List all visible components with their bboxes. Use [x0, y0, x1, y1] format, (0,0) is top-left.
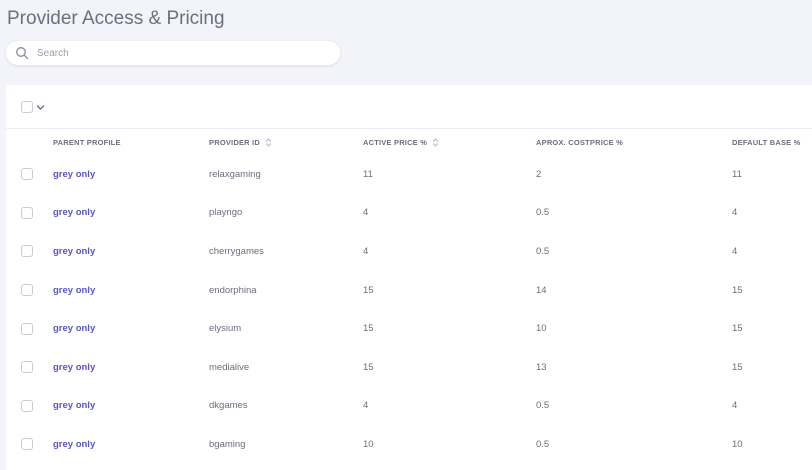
default-base-cell: 15 [732, 284, 743, 296]
costprice-cell: 0.5 [536, 438, 550, 450]
provider-id-cell: playngo [209, 207, 243, 219]
provider-id-cell: relaxgaming [209, 168, 261, 180]
provider-id-cell: medialive [209, 361, 250, 373]
table-row[interactable]: grey only cherrygames 4 0.5 4 [6, 232, 812, 271]
parent-profile-link[interactable]: grey only [53, 285, 95, 296]
bulk-select[interactable] [21, 101, 45, 113]
active-price-cell: 4 [363, 207, 369, 219]
row-checkbox[interactable] [21, 322, 33, 335]
default-base-cell: 4 [732, 207, 738, 219]
active-price-cell: 4 [363, 245, 369, 257]
active-price-cell: 4 [363, 400, 369, 412]
provider-id-cell: dkgames [209, 400, 248, 412]
active-price-cell: 11 [363, 168, 373, 180]
row-checkbox[interactable] [21, 206, 33, 219]
row-checkbox[interactable] [21, 361, 33, 374]
table-row[interactable]: grey only dkgames 4 0.5 4 [6, 387, 812, 426]
default-base-cell: 4 [732, 400, 738, 412]
parent-profile-link[interactable]: grey only [53, 169, 95, 180]
costprice-cell: 14 [536, 284, 547, 296]
active-price-cell: 15 [363, 361, 374, 373]
default-base-cell: 4 [732, 245, 738, 257]
sort-icon[interactable] [265, 138, 272, 147]
row-checkbox[interactable] [21, 399, 33, 412]
column-header-parent-profile[interactable]: PARENT PROFILE [53, 138, 121, 147]
parent-profile-link[interactable]: grey only [53, 362, 95, 373]
sort-icon[interactable] [432, 138, 439, 147]
chevron-down-icon[interactable] [36, 103, 45, 112]
default-base-cell: 11 [732, 168, 742, 180]
active-price-cell: 10 [363, 438, 374, 450]
parent-profile-link[interactable]: grey only [53, 400, 95, 411]
search-input[interactable] [37, 47, 317, 59]
table-row[interactable]: grey only endorphina 15 14 15 [6, 271, 812, 310]
column-header-label: DEFAULT BASE % [732, 138, 801, 147]
table-header: PARENT PROFILE PROVIDER ID ACTIVE PRICE … [6, 128, 812, 154]
search-icon [16, 47, 29, 60]
default-base-cell: 15 [732, 323, 743, 335]
provider-table-panel: PARENT PROFILE PROVIDER ID ACTIVE PRICE … [6, 85, 812, 470]
costprice-cell: 13 [536, 361, 547, 373]
costprice-cell: 2 [536, 168, 542, 180]
column-header-label: PARENT PROFILE [53, 138, 121, 147]
default-base-cell: 15 [732, 361, 743, 373]
row-checkbox[interactable] [21, 168, 33, 181]
search-bar[interactable] [6, 41, 340, 65]
row-checkbox[interactable] [21, 438, 33, 451]
provider-id-cell: bgaming [209, 438, 246, 450]
table-row[interactable]: grey only playngo 4 0.5 4 [6, 194, 812, 233]
row-checkbox[interactable] [21, 284, 33, 297]
table-row[interactable]: grey only bgaming 10 0.5 10 [6, 425, 812, 464]
parent-profile-link[interactable]: grey only [53, 439, 95, 450]
table-row[interactable]: grey only relaxgaming 11 2 11 [6, 155, 812, 194]
column-header-active-price[interactable]: ACTIVE PRICE % [363, 138, 439, 147]
costprice-cell: 0.5 [536, 245, 550, 257]
column-header-label: APROX. COSTPRICE % [536, 138, 623, 147]
costprice-cell: 0.5 [536, 400, 550, 412]
parent-profile-link[interactable]: grey only [53, 323, 95, 334]
column-header-label: PROVIDER ID [209, 138, 260, 147]
table-row[interactable]: grey only elysium 15 10 15 [6, 309, 812, 348]
active-price-cell: 15 [363, 284, 374, 296]
provider-id-cell: endorphina [209, 284, 257, 296]
parent-profile-link[interactable]: grey only [53, 246, 95, 257]
row-checkbox[interactable] [21, 245, 33, 258]
column-header-default-base[interactable]: DEFAULT BASE % [732, 138, 801, 147]
select-all-checkbox[interactable] [21, 101, 33, 113]
column-header-provider-id[interactable]: PROVIDER ID [209, 138, 272, 147]
costprice-cell: 10 [536, 323, 547, 335]
provider-id-cell: elysium [209, 323, 242, 335]
page-title: Provider Access & Pricing [7, 8, 225, 29]
costprice-cell: 0.5 [536, 207, 550, 219]
column-header-costprice[interactable]: APROX. COSTPRICE % [536, 138, 623, 147]
provider-id-cell: cherrygames [209, 245, 264, 257]
column-header-label: ACTIVE PRICE % [363, 138, 428, 147]
default-base-cell: 10 [732, 438, 743, 450]
parent-profile-link[interactable]: grey only [53, 207, 95, 218]
active-price-cell: 15 [363, 323, 374, 335]
table-row[interactable]: grey only medialive 15 13 15 [6, 348, 812, 387]
